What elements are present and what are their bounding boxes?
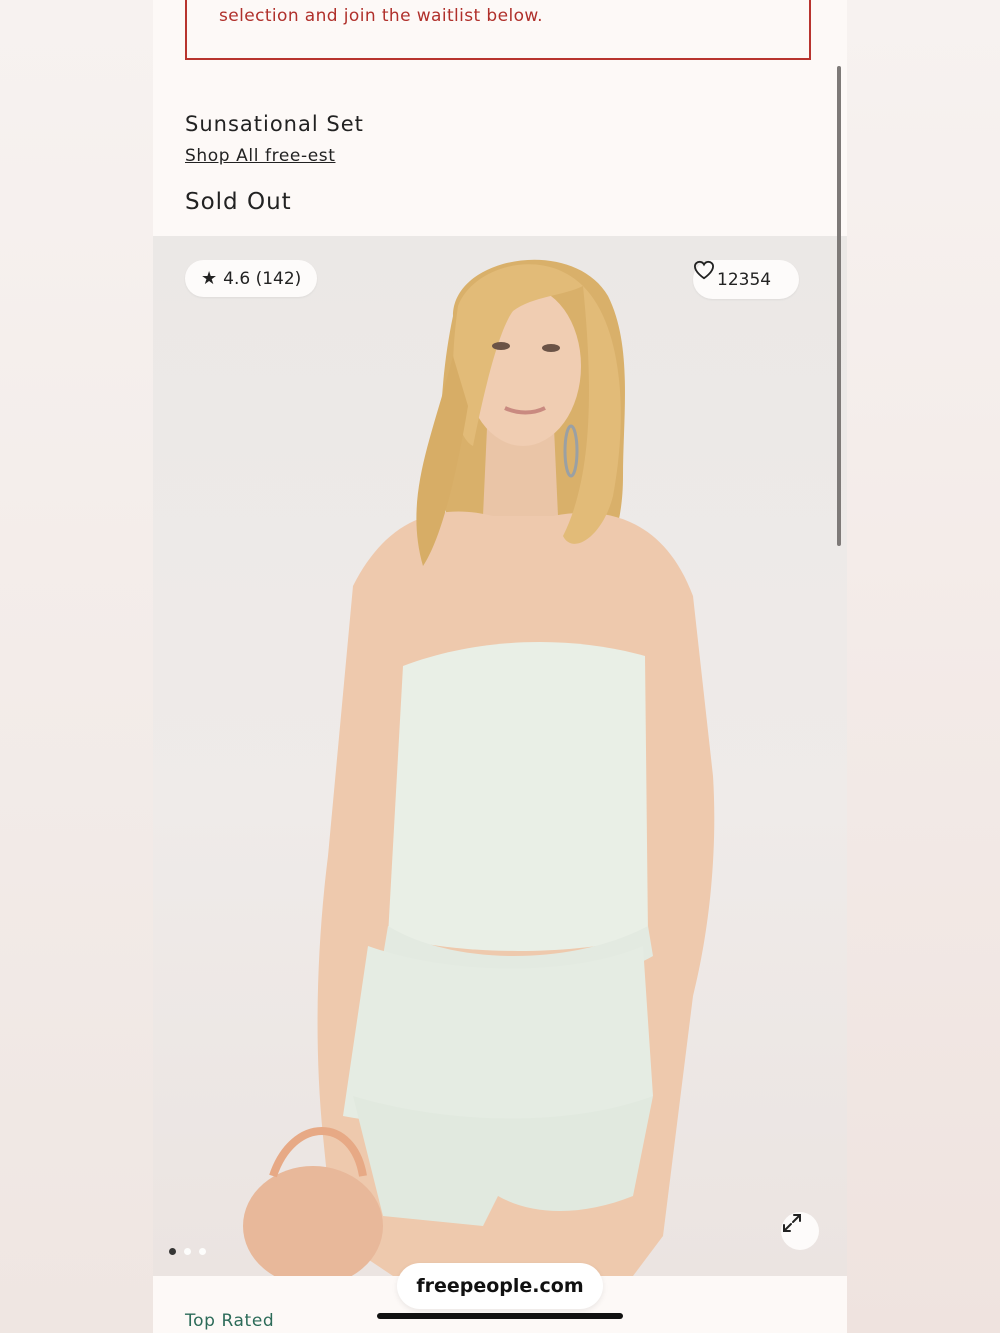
alert-text: selection and join the waitlist below. [219, 6, 543, 26]
background-left [0, 0, 153, 1333]
shop-brand-link[interactable]: Shop All free-est [185, 146, 335, 166]
product-image-gallery[interactable]: ★ 4.6 (142) 12354 [153, 236, 847, 1276]
scrollbar[interactable] [837, 66, 841, 546]
product-photo [243, 259, 715, 1276]
star-icon: ★ [201, 268, 218, 289]
rating-badge[interactable]: ★ 4.6 (142) [185, 260, 318, 297]
top-rated-label: Top Rated [185, 1311, 275, 1331]
product-title: Sunsational Set [185, 112, 364, 136]
background-right [847, 0, 1000, 1333]
favorite-button[interactable]: 12354 [693, 260, 800, 299]
slide-indicators[interactable] [169, 1248, 206, 1255]
expand-button[interactable] [781, 1212, 819, 1250]
rating-value: 4.6 (142) [223, 268, 302, 289]
product-page: selection and join the waitlist below. S… [153, 0, 847, 1333]
favorites-count: 12354 [717, 269, 772, 290]
browser-url-bar[interactable]: freepeople.com [397, 1263, 603, 1309]
home-indicator[interactable] [377, 1313, 623, 1319]
slide-dot[interactable] [169, 1248, 176, 1255]
slide-dot[interactable] [184, 1248, 191, 1255]
url-text: freepeople.com [416, 1275, 584, 1297]
slide-dot[interactable] [199, 1248, 206, 1255]
stock-status: Sold Out [185, 189, 292, 215]
waitlist-alert: selection and join the waitlist below. [185, 0, 811, 60]
